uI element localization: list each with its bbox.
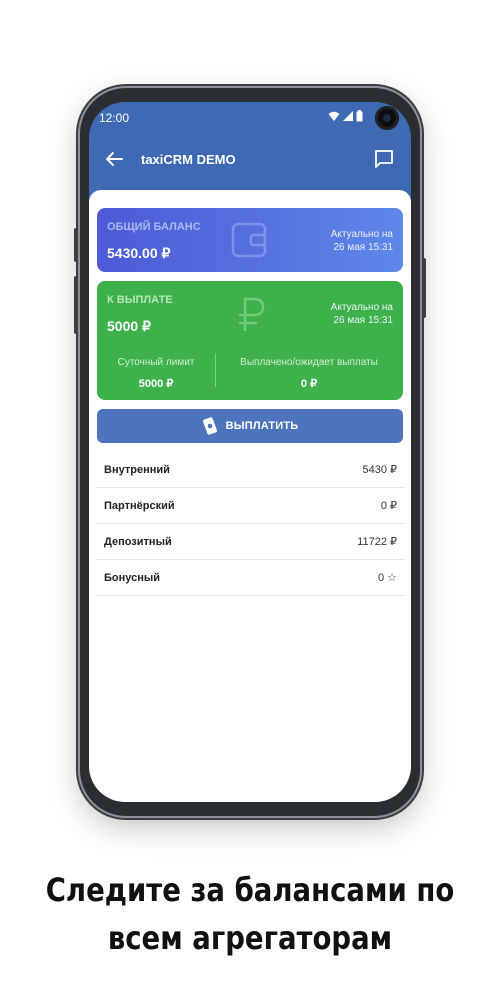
signal-icon xyxy=(343,110,353,121)
account-row[interactable]: Депозитный 11722 ₽ xyxy=(95,524,405,560)
phone-screen: 12:00 taxiCRM DEMO ОБЩИЙ БАЛАНС 5430.00 … xyxy=(89,102,411,802)
app-bar: taxiCRM DEMO xyxy=(89,132,411,192)
account-name: Внутренний xyxy=(104,463,170,476)
account-value: 5430 ₽ xyxy=(362,464,397,476)
promo-caption: Следите за балансами по всем агрегаторам xyxy=(35,866,465,962)
caption-line2: всем агрегаторам xyxy=(107,919,393,957)
status-bar: 12:00 xyxy=(89,102,411,132)
back-arrow-icon[interactable] xyxy=(103,148,125,170)
payout-updated-line2: 26 мая 15:31 xyxy=(333,315,393,326)
account-value: 11722 ₽ xyxy=(357,536,397,548)
balance-label: ОБЩИЙ БАЛАНС xyxy=(107,221,201,233)
money-icon xyxy=(202,417,217,435)
account-name: Бонусный xyxy=(104,571,161,584)
wallet-icon xyxy=(231,222,267,258)
balance-updated-line2: 26 мая 15:31 xyxy=(333,242,393,253)
account-row[interactable]: Внутренний 5430 ₽ xyxy=(95,452,405,488)
daily-limit-value: 5000 ₽ xyxy=(138,378,174,390)
account-row[interactable]: Партнёрский 0 ₽ xyxy=(95,488,405,524)
payout-updated-line1: Актуально на xyxy=(330,302,393,313)
main-content: ОБЩИЙ БАЛАНС 5430.00 ₽ Актуально на 26 м… xyxy=(89,190,411,802)
phone-frame: 12:00 taxiCRM DEMO ОБЩИЙ БАЛАНС 5430.00 … xyxy=(74,88,426,816)
phone-power-button xyxy=(422,258,426,318)
battery-icon xyxy=(356,110,363,122)
phone-side-button xyxy=(74,276,78,334)
ruble-icon xyxy=(239,297,265,331)
daily-limit: Суточный лимит 5000 ₽ xyxy=(97,345,215,391)
chat-icon[interactable] xyxy=(373,148,395,170)
account-row[interactable]: Бонусный 0 ☆ xyxy=(95,560,405,596)
daily-limit-label: Суточный лимит xyxy=(117,357,195,368)
account-value: 0 ₽ xyxy=(380,500,397,512)
status-time: 12:00 xyxy=(99,111,130,125)
phone-side-button xyxy=(74,228,78,262)
balance-updated: Актуально на 26 мая 15:31 xyxy=(331,228,393,254)
balance-amount: 5430.00 ₽ xyxy=(107,245,171,261)
total-balance-card[interactable]: ОБЩИЙ БАЛАНС 5430.00 ₽ Актуально на 26 м… xyxy=(97,208,403,272)
payout-label: К ВЫПЛАТЕ xyxy=(107,294,173,306)
balance-updated-line1: Актуально на xyxy=(330,229,393,240)
app-title: taxiCRM DEMO xyxy=(141,152,236,167)
status-icons xyxy=(328,110,363,122)
account-value: 0 ☆ xyxy=(377,572,397,584)
account-name: Депозитный xyxy=(104,535,172,548)
pay-out-label: ВЫПЛАТИТЬ xyxy=(225,420,299,432)
paid-amount: Выплачено/ожидает выплаты 0 ₽ xyxy=(215,345,403,391)
paid-label: Выплачено/ожидает выплаты xyxy=(240,357,378,368)
accounts-list: Внутренний 5430 ₽ Партнёрский 0 ₽ Депозитный… xyxy=(95,452,405,596)
payout-card[interactable]: К ВЫПЛАТЕ 5000 ₽ Актуально на 26 мая 15:… xyxy=(97,281,403,400)
paid-value: 0 ₽ xyxy=(300,378,318,390)
payout-amount: 5000 ₽ xyxy=(107,318,151,334)
payout-updated: Актуально на 26 мая 15:31 xyxy=(331,301,393,327)
front-camera xyxy=(375,106,399,130)
payout-limits: Суточный лимит 5000 ₽ Выплачено/ожидает … xyxy=(97,345,403,391)
account-name: Партнёрский xyxy=(104,499,175,512)
wifi-icon xyxy=(328,111,340,121)
caption-line1: Следите за балансами по xyxy=(45,871,455,909)
pay-out-button[interactable]: ВЫПЛАТИТЬ xyxy=(97,409,403,443)
